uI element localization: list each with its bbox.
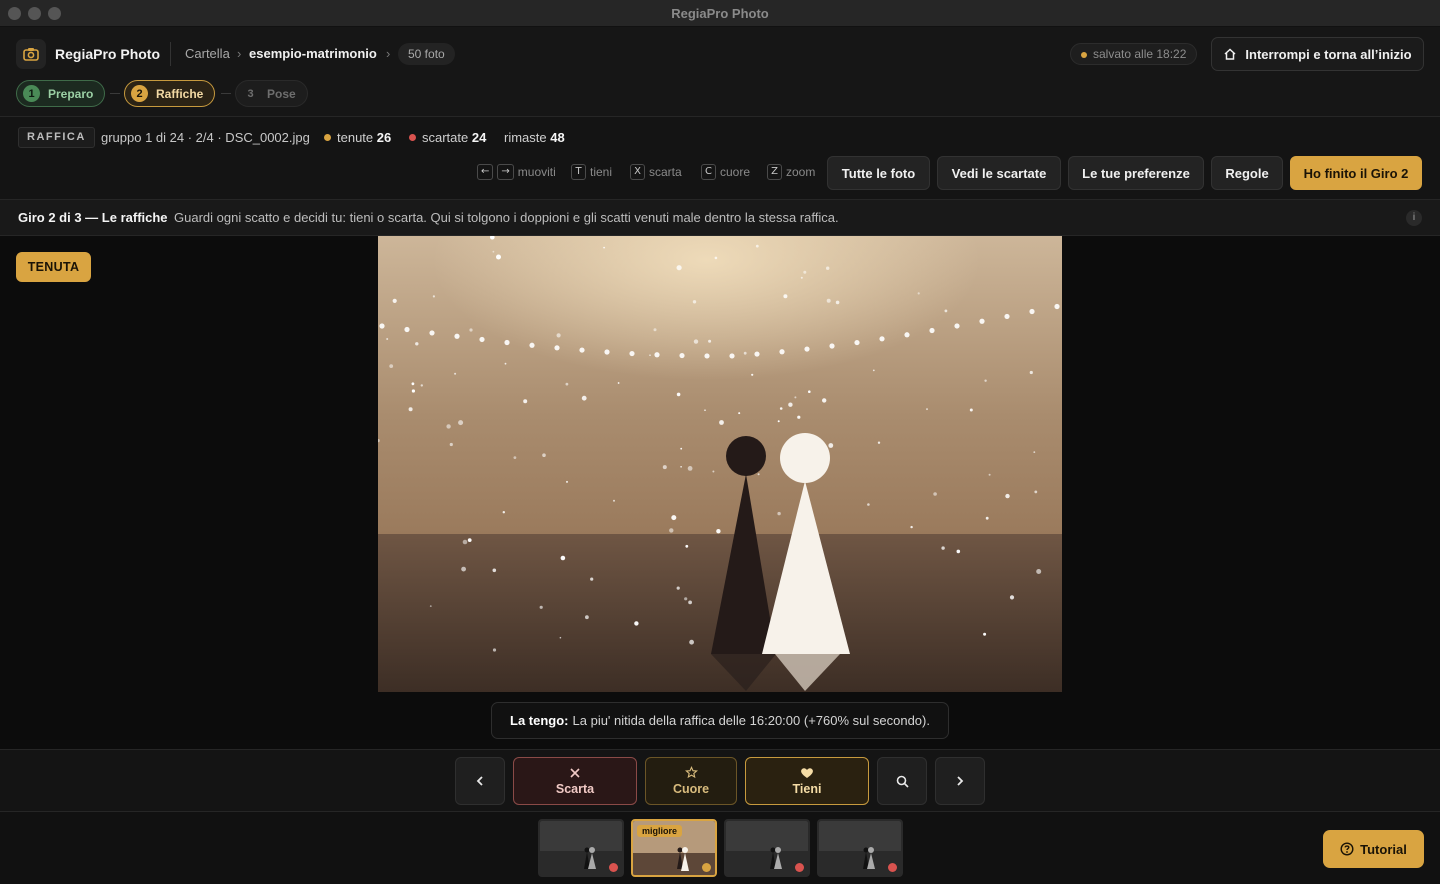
step-preparo[interactable]: 1 Preparo xyxy=(16,80,106,107)
arrow-right-key: → xyxy=(497,164,514,180)
view-discarded-button[interactable]: Vedi le scartate xyxy=(937,156,1061,190)
burst-toolbar: RAFFICA gruppo 1 di 24 · 2/4 · DSC_0002.… xyxy=(0,117,1440,200)
photo-viewer: TENUTA La tengo: La piu' nitida della ra… xyxy=(0,236,1440,749)
discard-button[interactable]: Scarta xyxy=(513,757,637,805)
tutorial-button[interactable]: Tutorial xyxy=(1323,830,1424,868)
banner-title: Giro 2 di 3 — Le raffiche xyxy=(18,210,168,225)
window-titlebar: RegiaPro Photo xyxy=(0,0,1440,27)
status-badge: TENUTA xyxy=(16,252,91,282)
main-photo[interactable] xyxy=(378,236,1062,692)
saved-status: salvato alle 18:22 xyxy=(1070,43,1198,65)
info-icon[interactable]: i xyxy=(1406,210,1422,226)
status-dot xyxy=(888,863,897,872)
burst-tag: RAFFICA xyxy=(18,127,95,148)
step-raffiche[interactable]: 2 Raffiche xyxy=(124,80,216,107)
step-label: Pose xyxy=(267,86,296,101)
star-icon xyxy=(684,766,698,779)
preferences-button[interactable]: Le tue preferenze xyxy=(1068,156,1204,190)
heart-button[interactable]: Cuore xyxy=(645,757,737,805)
next-button[interactable] xyxy=(935,757,985,805)
hint-heart: Ccuore xyxy=(701,164,750,180)
chevron-right-icon xyxy=(957,776,964,786)
close-icon xyxy=(570,767,580,778)
header-divider xyxy=(170,42,171,66)
round-info-banner: Giro 2 di 3 — Le raffiche Guardi ogni sc… xyxy=(0,200,1440,236)
all-photos-button[interactable]: Tutte le foto xyxy=(827,156,930,190)
thumbnail-selected[interactable]: migliore xyxy=(631,819,717,877)
zoom-button[interactable] xyxy=(877,757,927,805)
hint-keep: Ttieni xyxy=(571,164,612,180)
action-bar: Scarta Cuore Tieni xyxy=(0,749,1440,812)
app-header: RegiaPro Photo Cartella › esempio-matrim… xyxy=(0,27,1440,117)
previous-button[interactable] xyxy=(455,757,505,805)
rules-button[interactable]: Regole xyxy=(1211,156,1283,190)
keep-button[interactable]: Tieni xyxy=(745,757,869,805)
step-number: 1 xyxy=(23,85,40,102)
camera-icon xyxy=(16,39,46,69)
arrow-left-key: ← xyxy=(477,164,494,180)
thumbnail[interactable] xyxy=(724,819,810,877)
heart-label: Cuore xyxy=(672,782,710,796)
hint-zoom: Zzoom xyxy=(767,164,815,180)
best-tag: migliore xyxy=(637,825,683,837)
step-label: Preparo xyxy=(48,86,94,101)
keep-label: Tieni xyxy=(792,781,822,796)
search-icon xyxy=(896,775,909,788)
discarded-stat: scartate 24 xyxy=(409,130,486,145)
burst-info: gruppo 1 di 24 · 2/4 · DSC_0002.jpg xyxy=(101,130,310,145)
app-name: RegiaPro Photo xyxy=(55,46,161,62)
status-dot xyxy=(609,863,618,872)
kept-stat: tenute 26 xyxy=(324,130,391,145)
step-pose[interactable]: 3 Pose xyxy=(235,80,308,107)
step-connector xyxy=(110,93,120,94)
banner-text: Guardi ogni scatto e decidi tu: tieni o … xyxy=(174,210,839,225)
breadcrumb-separator: › xyxy=(386,46,391,61)
step-connector xyxy=(221,93,231,94)
status-dot xyxy=(702,863,711,872)
hint-move: ← → muoviti xyxy=(477,164,556,180)
stop-button-label: Interrompi e torna all’inizio xyxy=(1245,46,1412,62)
home-icon xyxy=(1224,48,1236,60)
step-number: 2 xyxy=(131,85,148,102)
window-title: RegiaPro Photo xyxy=(671,6,769,21)
breadcrumb-folder[interactable]: esempio-matrimonio xyxy=(249,46,377,61)
heart-icon xyxy=(801,767,813,778)
thumbnail[interactable] xyxy=(817,819,903,877)
remaining-stat: rimaste 48 xyxy=(504,130,565,145)
stop-and-restart-button[interactable]: Interrompi e torna all’inizio xyxy=(1211,37,1424,71)
help-icon xyxy=(1340,842,1354,856)
breadcrumb-root[interactable]: Cartella xyxy=(185,46,230,61)
tutorial-label: Tutorial xyxy=(1360,841,1407,857)
discard-label: Scarta xyxy=(555,781,595,796)
hint-discard: Xscarta xyxy=(630,164,682,180)
step-number: 3 xyxy=(247,87,254,100)
finish-round-button[interactable]: Ho finito il Giro 2 xyxy=(1290,156,1422,190)
chevron-left-icon xyxy=(476,776,483,786)
step-label: Raffiche xyxy=(156,86,204,101)
thumbnail[interactable] xyxy=(538,819,624,877)
breadcrumb-separator: › xyxy=(237,46,242,61)
photo-count-badge: 50 foto xyxy=(398,43,455,65)
decision-caption: La tengo: La piu' nitida della raffica de… xyxy=(491,702,949,739)
status-dot xyxy=(795,863,804,872)
filmstrip: migliore Tutorial xyxy=(0,812,1440,884)
